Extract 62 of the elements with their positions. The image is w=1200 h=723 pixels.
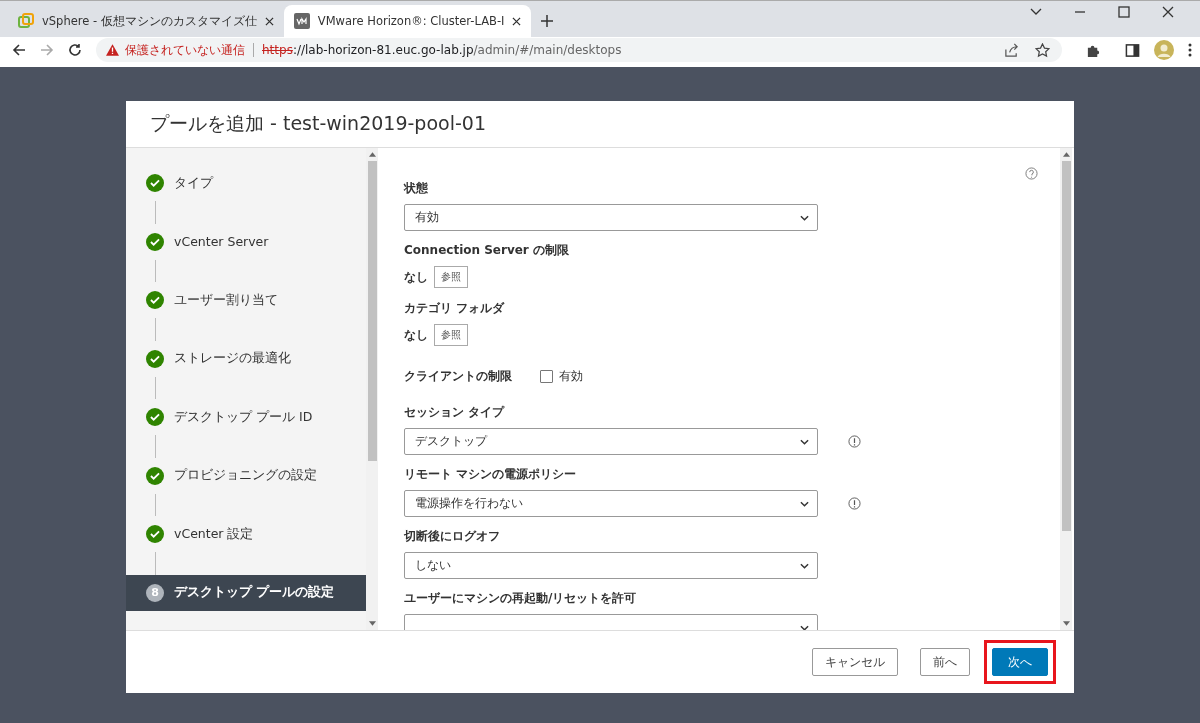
wizard-step[interactable]: ストレージの最適化 [126,340,366,377]
star-icon[interactable] [1035,42,1050,58]
security-warning: 保護されていない通信 [125,41,245,59]
field-label: セッション タイプ [404,404,506,421]
reload-icon[interactable] [68,43,82,57]
field-label: 状態 [404,180,429,197]
chevron-down-icon [800,500,809,507]
wizard-step[interactable]: タイプ [126,165,366,201]
side-panel-icon[interactable] [1125,42,1140,58]
chevron-down-icon [800,214,809,221]
field-label: Connection Server の制限 [404,242,570,259]
scroll-up-icon[interactable] [1062,152,1070,157]
wizard-step[interactable]: デスクトップ プール ID [126,399,366,435]
wizard-step[interactable]: プロビジョニングの設定 [126,457,366,494]
chevron-down-icon [800,562,809,569]
new-tab-icon[interactable] [541,15,554,27]
close-icon[interactable] [512,16,522,26]
step-number: 8 [146,583,164,602]
close-icon[interactable] [264,16,274,26]
field-label: クライアントの制限 [404,368,512,385]
url-text: https://lab-horizon-81.euc.go-lab.jp/admin/#/main/desktops [262,43,622,57]
scroll-up-icon[interactable] [368,152,376,157]
chevron-down-icon [800,624,809,630]
dialog-button[interactable]: 前へ [920,648,970,676]
chevron-down-icon [800,438,809,445]
browse-button[interactable]: 参照 [434,266,468,288]
wizard-step[interactable]: vCenter 設定 [126,516,366,552]
menu-icon[interactable] [1188,43,1192,57]
checkbox-label: 有効 [559,368,583,385]
scroll-down-icon[interactable] [368,621,376,626]
field-value: なし [404,268,428,286]
field-label: ユーザーにマシンの再起動/リセットを許可 [404,590,638,607]
browser-tab[interactable]: vSphere - 仮想マシンのカスタマイズ仕 [8,5,284,37]
dropdown-field[interactable]: 電源操作を行わない [404,490,818,517]
squares-icon [18,13,34,29]
browse-button[interactable]: 参照 [434,324,468,346]
warning-icon [106,44,119,56]
checkbox[interactable] [540,370,553,383]
dialog-button[interactable]: キャンセル [812,648,898,676]
wizard-step[interactable]: ユーザー割り当て [126,282,366,318]
share-icon[interactable] [1004,42,1019,58]
wizard-step[interactable]: 8 デスクトップ プールの設定 [126,574,366,611]
maximize-icon[interactable] [1118,6,1130,18]
field-label: リモート マシンの電源ポリシー [404,466,578,483]
close-icon[interactable] [1162,6,1174,18]
back-arrow-icon[interactable] [12,43,26,57]
dropdown-field[interactable]: 有効 [404,204,818,231]
next-button[interactable]: 次へ [992,648,1048,676]
dropdown-field[interactable]: しない [404,552,818,579]
vm-logo-icon [293,13,310,29]
scroll-down-icon[interactable] [1062,621,1070,626]
field-value: なし [404,326,428,344]
field-label: 切断後にログオフ [404,528,501,545]
address-bar[interactable]: 保護されていない通信 https://lab-horizon-81.euc.go-lab.jp/admin/#/main/desktops [96,38,1062,62]
browser-tab[interactable]: VMware Horizon®: Cluster-LAB-I [283,5,532,37]
wizard-step[interactable]: vCenter Server [126,223,366,260]
scrollbar[interactable] [1060,148,1072,630]
info-icon[interactable] [848,435,861,448]
dropdown-field[interactable]: デスクトップ [404,428,818,455]
field-label: カテゴリ フォルダ [404,300,506,317]
info-icon[interactable] [848,497,861,510]
scrollbar[interactable] [366,148,378,630]
